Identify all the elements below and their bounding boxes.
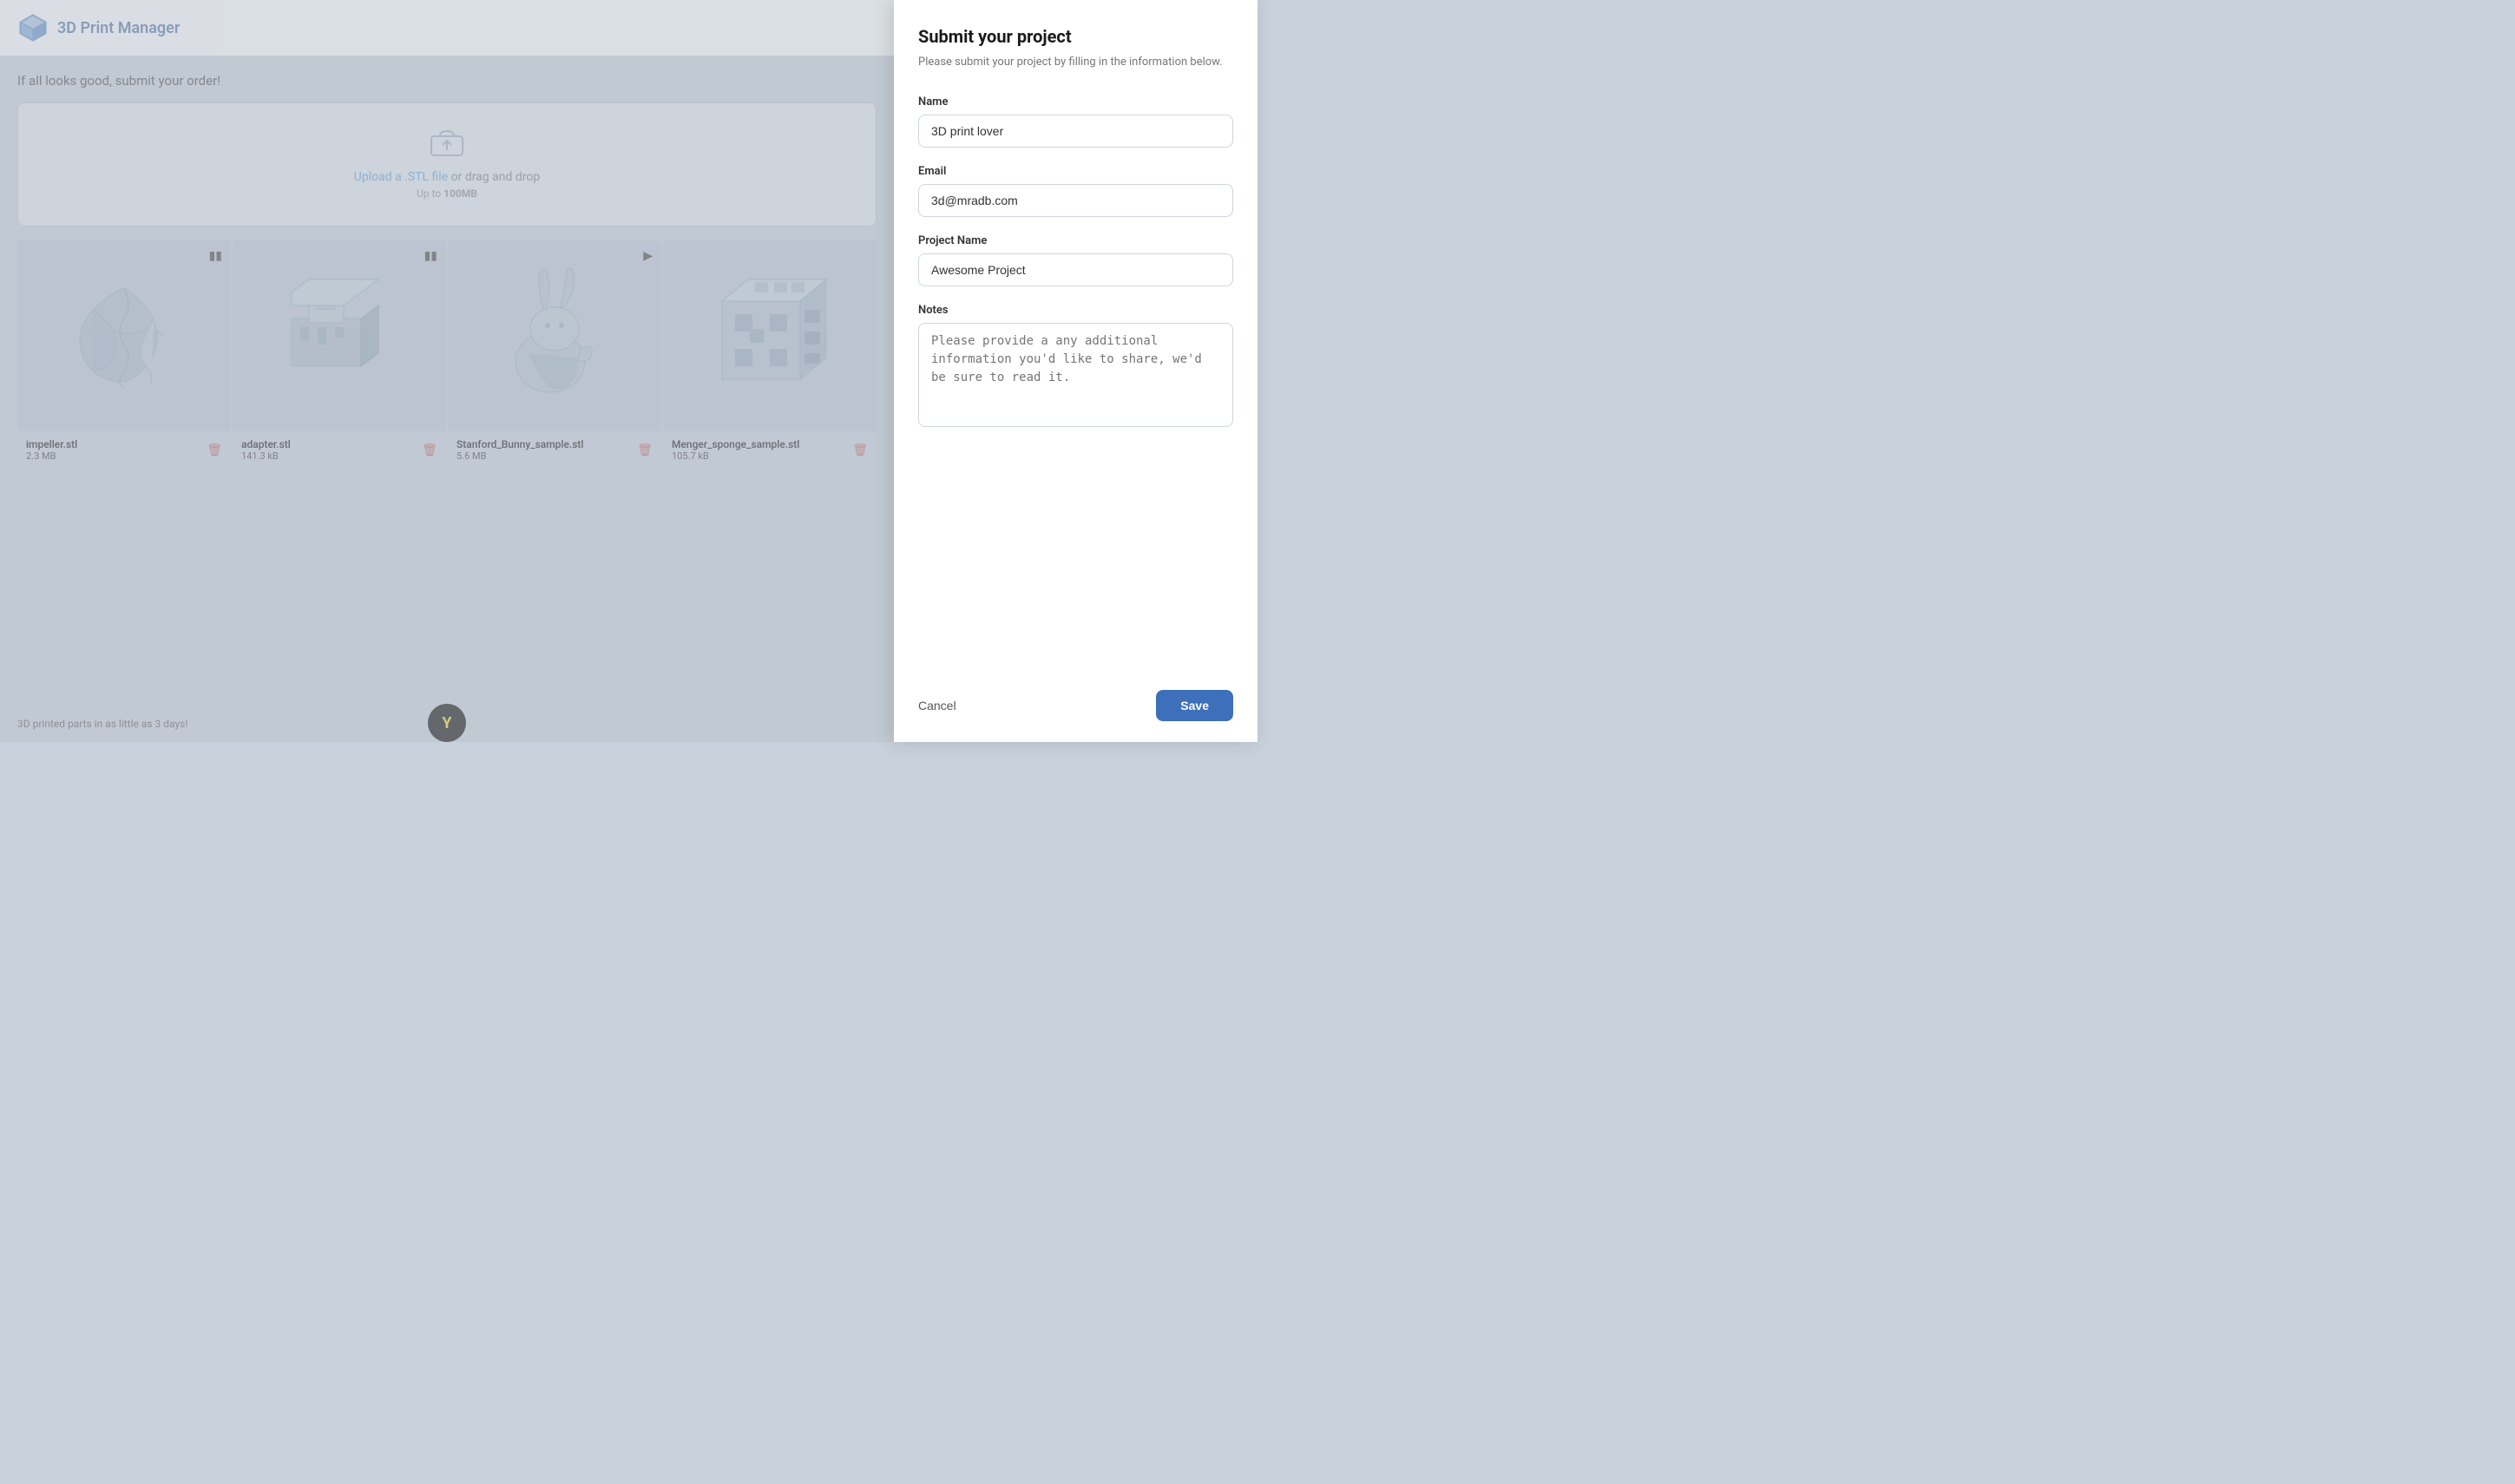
delete-icon-2[interactable]: 🗑	[422, 443, 437, 457]
model-preview-2: ▮▮	[233, 240, 446, 431]
model-grid: ▮▮ impeller.stl 2.3 MB 🗑	[17, 240, 877, 469]
left-panel: 3D Print Manager If all looks good, subm…	[0, 0, 894, 742]
model-info-2: adapter.stl 141.3 kB 🗑	[233, 431, 446, 469]
notes-field-group: Notes	[918, 304, 1233, 430]
upload-icon	[430, 129, 464, 163]
pause-icon-2[interactable]: ▮▮	[424, 249, 437, 263]
model-size-4: 105.7 kB	[672, 450, 799, 462]
upload-zone[interactable]: Upload a .STL file or drag and drop Up t…	[17, 102, 877, 227]
model-info-1: impeller.stl 2.3 MB 🗑	[17, 431, 231, 469]
delete-icon-1[interactable]: 🗑	[207, 443, 222, 457]
model-name-2: adapter.stl	[241, 438, 291, 450]
name-input[interactable]	[918, 115, 1233, 148]
email-label: Email	[918, 165, 1233, 178]
model-size-3: 5.6 MB	[456, 450, 583, 462]
play-icon-3[interactable]: ▶	[643, 249, 653, 263]
model-name-1: impeller.stl	[26, 438, 77, 450]
upload-link[interactable]: Upload a .STL file	[354, 170, 448, 184]
model-size-1: 2.3 MB	[26, 450, 77, 462]
project-name-field-group: Project Name	[918, 234, 1233, 286]
model-preview-1: ▮▮	[17, 240, 231, 431]
model-name-4: Menger_sponge_sample.stl	[672, 438, 799, 450]
name-label: Name	[918, 95, 1233, 108]
notes-textarea[interactable]	[918, 323, 1233, 427]
app-header: 3D Print Manager	[0, 0, 894, 56]
email-field-group: Email	[918, 165, 1233, 217]
main-area: If all looks good, submit your order! Up…	[0, 56, 894, 486]
model-card: ▮▮ impeller.stl 2.3 MB 🗑	[17, 240, 231, 469]
project-name-input[interactable]	[918, 253, 1233, 286]
notes-label: Notes	[918, 304, 1233, 317]
model-card-2: ▮▮	[233, 240, 446, 469]
footer-text: 3D printed parts in as little as 3 days!	[17, 718, 187, 730]
app-logo-icon	[17, 12, 49, 43]
pause-icon-1[interactable]: ▮▮	[209, 249, 222, 263]
name-field-group: Name	[918, 95, 1233, 148]
model-info-4: Menger_sponge_sample.stl 105.7 kB 🗑	[663, 431, 877, 469]
model-preview-3: ▶	[448, 240, 661, 431]
model-card-3: ▶	[448, 240, 661, 469]
app-title: 3D Print Manager	[57, 19, 180, 37]
delete-icon-3[interactable]: 🗑	[637, 443, 653, 457]
page-subtitle: If all looks good, submit your order!	[17, 73, 877, 89]
user-avatar[interactable]: Y	[428, 704, 466, 742]
model-preview-4	[663, 240, 877, 431]
cancel-button[interactable]: Cancel	[918, 690, 956, 721]
upload-size: Up to 100MB	[417, 187, 477, 200]
save-button[interactable]: Save	[1156, 690, 1233, 721]
model-name-3: Stanford_Bunny_sample.stl	[456, 438, 583, 450]
form-subtitle: Please submit your project by filling in…	[918, 54, 1233, 71]
project-name-label: Project Name	[918, 234, 1233, 247]
form-actions: Cancel Save	[918, 690, 1233, 721]
delete-icon-4[interactable]: 🗑	[852, 443, 868, 457]
model-card-4: Menger_sponge_sample.stl 105.7 kB 🗑	[663, 240, 877, 469]
form-title: Submit your project	[918, 26, 1233, 47]
model-info-3: Stanford_Bunny_sample.stl 5.6 MB 🗑	[448, 431, 661, 469]
model-size-2: 141.3 kB	[241, 450, 291, 462]
submit-form-panel: Submit your project Please submit your p…	[894, 0, 1258, 742]
upload-text: Upload a .STL file or drag and drop	[354, 170, 540, 184]
email-input[interactable]	[918, 184, 1233, 217]
